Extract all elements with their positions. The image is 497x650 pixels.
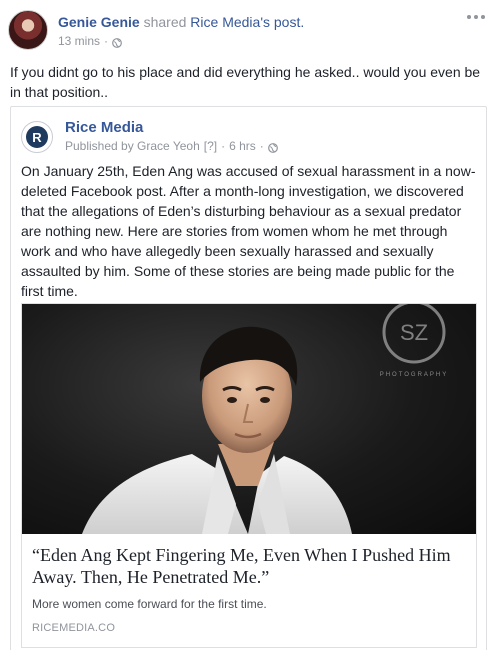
- post-meta: 13 mins ·: [58, 33, 304, 49]
- portrait-photo: SZ PHOTOGRAPHY: [82, 304, 449, 534]
- watermark-logo: SZ: [400, 320, 428, 345]
- help-marker[interactable]: [?]: [204, 138, 217, 154]
- page-logo-letter: R: [26, 126, 48, 148]
- link-description: More women come forward for the first ti…: [32, 597, 267, 611]
- more-dot: [481, 15, 485, 19]
- more-dot: [474, 15, 478, 19]
- watermark-text: PHOTOGRAPHY: [380, 372, 449, 378]
- post-timestamp[interactable]: 13 mins: [58, 33, 100, 49]
- post-attribution: Genie Genie shared Rice Media's post.: [58, 13, 304, 31]
- more-options-icon[interactable]: [465, 10, 487, 24]
- feed-post: Genie Genie shared Rice Media's post. 13…: [0, 0, 497, 650]
- shared-post-body: On January 25th, Eden Ang was accused of…: [21, 163, 476, 299]
- shared-post-meta: Published by Grace Yeoh [?] · 6 hrs ·: [65, 138, 278, 154]
- globe-icon[interactable]: [112, 36, 122, 48]
- link-preview-card[interactable]: SZ PHOTOGRAPHY “Eden Ang Kept Fingering …: [21, 303, 477, 648]
- post-status-text: If you didnt go to his place and did eve…: [10, 64, 481, 100]
- shared-word: shared: [143, 14, 187, 30]
- shared-page-link[interactable]: Rice Media: [190, 14, 260, 30]
- globe-icon[interactable]: [267, 141, 278, 153]
- link-headline[interactable]: “Eden Ang Kept Fingering Me, Even When I…: [32, 544, 466, 588]
- meta-separator: ·: [104, 34, 109, 48]
- page-logo[interactable]: R: [21, 121, 53, 153]
- link-preview-text[interactable]: “Eden Ang Kept Fingering Me, Even When I…: [22, 534, 476, 647]
- post-header-text: Genie Genie shared Rice Media's post. 13…: [58, 13, 304, 49]
- post-header: Genie Genie shared Rice Media's post. 13…: [8, 8, 489, 52]
- shared-post-card: R Rice Media Published by Grace Yeoh [?]…: [10, 106, 487, 650]
- shared-post-header: R Rice Media Published by Grace Yeoh [?]…: [21, 117, 476, 157]
- meta-separator: ·: [221, 139, 226, 153]
- link-preview-image[interactable]: SZ PHOTOGRAPHY: [22, 304, 476, 534]
- shared-post-timestamp[interactable]: 6 hrs: [229, 138, 256, 154]
- more-dot: [467, 15, 471, 19]
- meta-separator: ·: [259, 139, 264, 153]
- shared-post-title: Rice Media Published by Grace Yeoh [?] ·…: [65, 119, 278, 154]
- shared-post-link[interactable]: 's post.: [260, 14, 304, 30]
- author-name-link[interactable]: Genie Genie: [58, 14, 140, 30]
- shared-page-name[interactable]: Rice Media: [65, 119, 278, 137]
- author-avatar[interactable]: [8, 10, 48, 50]
- published-by-label: Published by Grace Yeoh: [65, 139, 200, 153]
- link-domain: RICEMEDIA.CO: [32, 622, 116, 634]
